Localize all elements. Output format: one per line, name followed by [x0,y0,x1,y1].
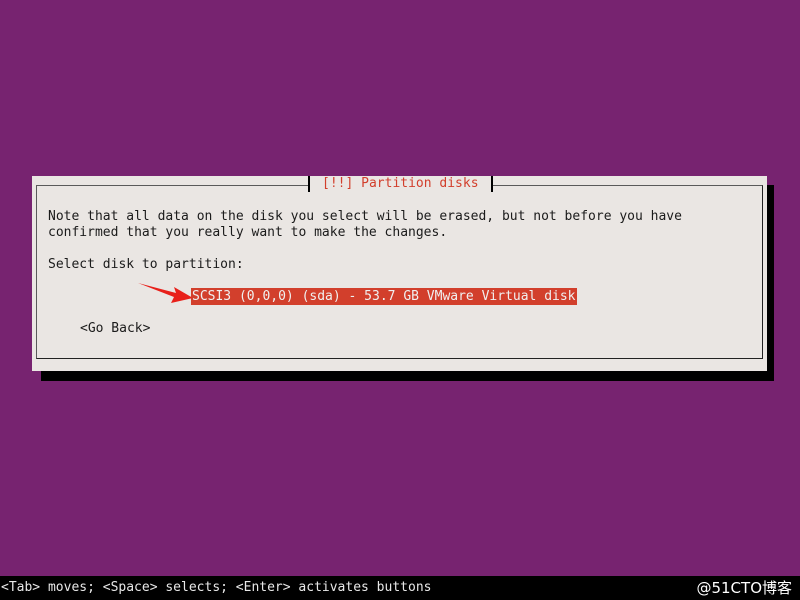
message-line-2: confirmed that you really want to make t… [48,225,448,240]
dialog-title: [!!] Partition disks [308,176,493,192]
arrow-right-icon [138,283,193,303]
dialog-message: Note that all data on the disk you selec… [48,209,682,241]
status-bar: <Tab> moves; <Space> selects; <Enter> ac… [0,576,800,600]
installer-screen: [!!] Partition disks Note that all data … [0,0,800,600]
select-disk-prompt: Select disk to partition: [48,257,244,272]
disk-list-item-sda[interactable]: SCSI3 (0,0,0) (sda) - 53.7 GB VMware Vir… [191,288,577,305]
message-line-1: Note that all data on the disk you selec… [48,209,682,224]
keyboard-help-text: <Tab> moves; <Space> selects; <Enter> ac… [1,580,432,595]
go-back-button[interactable]: <Go Back> [80,321,150,337]
partition-disks-dialog: [!!] Partition disks Note that all data … [32,176,767,371]
watermark: @51CTO博客 [696,579,792,597]
